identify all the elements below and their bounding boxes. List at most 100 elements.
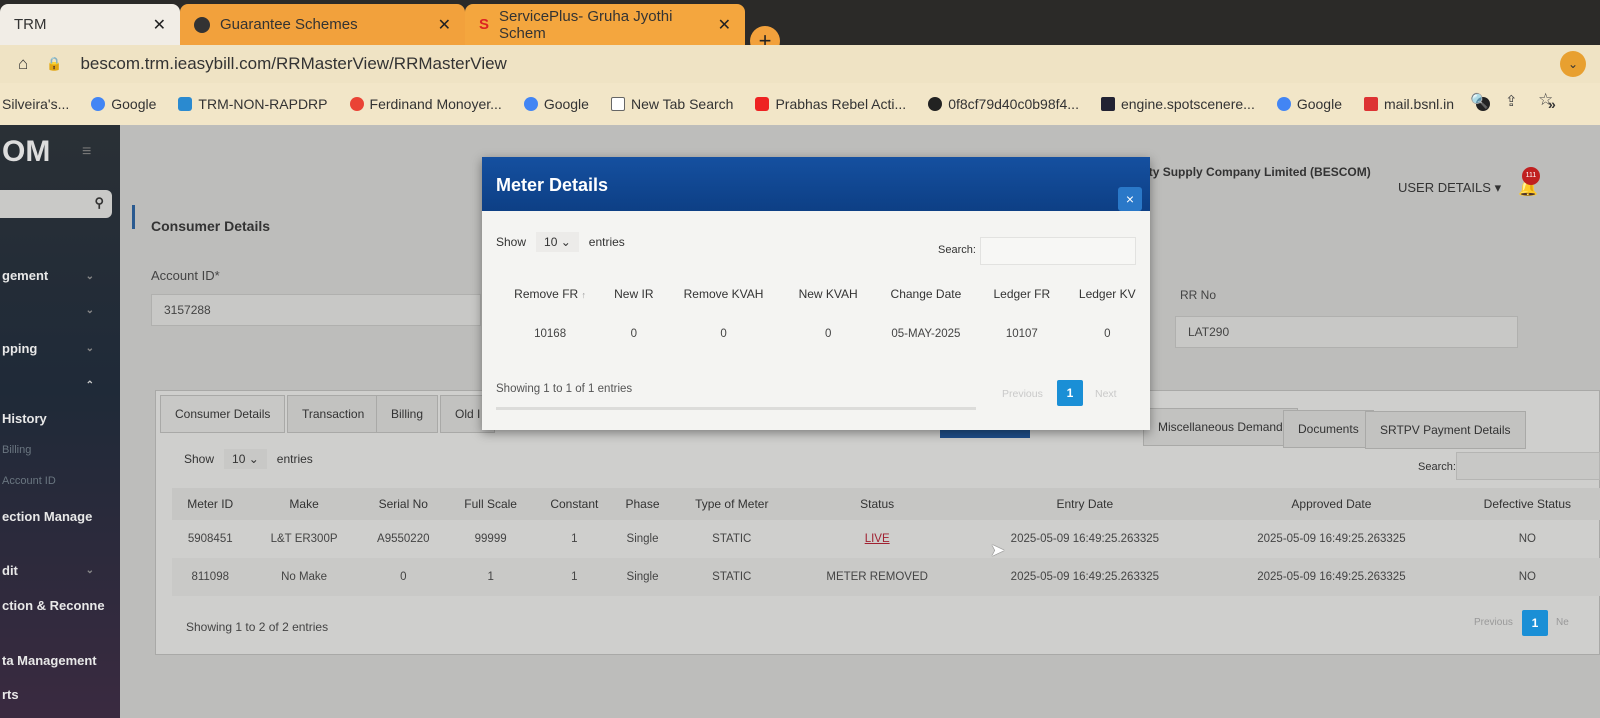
sidebar-item-history[interactable]: History <box>2 411 47 426</box>
sidebar-item[interactable]: gement <box>2 268 48 283</box>
bookmark-label: New Tab Search <box>630 96 734 112</box>
bookmark[interactable]: Prabhas Rebel Acti... <box>755 96 906 112</box>
close-button[interactable]: × <box>1118 187 1142 211</box>
tab-trm[interactable]: TRM ✕ <box>0 4 180 45</box>
sidebar-item[interactable]: ection Manage <box>2 509 92 524</box>
column-header[interactable]: Serial No <box>360 488 447 520</box>
user-details-menu[interactable]: USER DETAILS ▾ <box>1398 180 1501 196</box>
column-header[interactable]: Make <box>248 488 359 520</box>
cell: STATIC <box>712 571 752 583</box>
column-header[interactable]: New KVAH <box>784 275 873 313</box>
next-page-button[interactable]: Ne <box>1556 617 1569 628</box>
status-link[interactable]: LIVE <box>793 520 962 558</box>
globe-icon <box>928 97 943 111</box>
tab-serviceplus[interactable]: S ServicePlus- Gruha Jyothi Schem ✕ <box>465 4 745 45</box>
cell: Single <box>626 571 659 583</box>
cell: A9550220 <box>377 533 430 545</box>
tab-guarantee-schemes[interactable]: Guarantee Schemes ✕ <box>180 4 465 45</box>
bookmark[interactable]: TRM-NON-RAPDRP <box>178 96 328 112</box>
bookmark[interactable]: Silveira's... <box>2 96 69 112</box>
entries-select[interactable]: 10 ⌄ <box>224 449 267 469</box>
bookmark[interactable]: Google <box>1276 96 1342 112</box>
previous-page-button[interactable]: Previous <box>1002 388 1043 400</box>
zoom-icon[interactable]: 🔍 <box>1470 92 1489 110</box>
cell: 10107 <box>1005 328 1038 340</box>
tab-billing[interactable]: Billing <box>376 395 439 433</box>
bookmark[interactable]: Ferdinand Monoyer... <box>349 96 502 112</box>
tab-srtpv-payment-details[interactable]: SRTPV Payment Details <box>1365 411 1526 449</box>
sidebar-item[interactable]: dit <box>2 563 18 578</box>
cell: Single <box>626 533 659 545</box>
column-header[interactable]: New IR <box>604 275 663 313</box>
sidebar-search-input[interactable]: ⚲ <box>0 190 112 218</box>
google-icon <box>523 97 538 111</box>
column-header[interactable]: Full Scale <box>447 488 535 520</box>
url-input[interactable]: bescom.trm.ieasybill.com/RRMasterView/RR… <box>80 54 506 74</box>
rr-no-input[interactable]: LAT290 <box>1175 316 1518 348</box>
sidebar-item-billing[interactable]: Billing <box>2 444 31 456</box>
modal-search-input[interactable] <box>980 237 1136 265</box>
bookmark[interactable]: 0f8cf79d40c0b98f4... <box>928 96 1079 112</box>
previous-page-button[interactable]: Previous <box>1474 617 1513 628</box>
sidebar-item[interactable]: ta Management <box>2 653 97 668</box>
chevron-up-icon[interactable]: ⌃ <box>86 380 94 391</box>
page-1-button[interactable]: 1 <box>1057 380 1083 406</box>
sidebar-item[interactable]: rts <box>2 687 19 702</box>
account-id-input[interactable]: 3157288 <box>151 294 481 326</box>
bookmark[interactable]: New Tab Search <box>610 96 734 112</box>
bookmark[interactable]: Google <box>91 96 156 112</box>
sidebar-item-account-id[interactable]: Account ID <box>2 475 56 487</box>
home-icon[interactable]: ⌂ <box>18 54 28 74</box>
close-icon[interactable]: ✕ <box>153 15 166 35</box>
column-header[interactable]: Status <box>793 488 962 520</box>
chevron-down-icon: ▾ <box>1494 180 1502 195</box>
bookmark[interactable]: mail.bsnl.in <box>1364 96 1454 112</box>
column-header[interactable]: Approved Date <box>1208 488 1455 520</box>
column-header[interactable]: Constant <box>534 488 614 520</box>
tab-miscellaneous-demand[interactable]: Miscellaneous Demand <box>1143 408 1298 446</box>
horizontal-scrollbar[interactable] <box>496 407 976 410</box>
user-details-label: USER DETAILS <box>1398 180 1491 195</box>
ad-icon <box>1100 97 1115 111</box>
column-header[interactable]: Ledger FR <box>979 275 1064 313</box>
close-icon[interactable]: ✕ <box>718 15 731 35</box>
sidebar-item[interactable]: ction & Reconne <box>2 598 105 613</box>
table-row: 811098 No Make 0 1 1 Single STATIC METER REMOV… <box>172 558 1600 596</box>
tab-consumer-details[interactable]: Consumer Details <box>160 395 286 433</box>
entries-value: 10 <box>544 235 558 249</box>
entries-label: entries <box>276 452 313 466</box>
star-icon[interactable]: ☆ <box>1538 90 1553 110</box>
profile-menu-icon[interactable]: ⌄ <box>1560 51 1586 77</box>
modal-entries-select[interactable]: 10 ⌄ <box>536 232 579 252</box>
page-1-button[interactable]: 1 <box>1522 610 1548 636</box>
column-header[interactable]: Type of Meter <box>671 488 793 520</box>
column-header[interactable]: Remove KVAH <box>663 275 783 313</box>
bookmark[interactable]: Google <box>523 96 589 112</box>
close-icon[interactable]: ✕ <box>438 15 451 35</box>
tab-transaction[interactable]: Transaction <box>287 395 380 433</box>
modal-entries-control: Show 10 ⌄ entries <box>496 232 625 252</box>
bsnl-icon <box>1364 97 1378 111</box>
google-icon <box>91 97 106 111</box>
bookmark-label: TRM-NON-RAPDRP <box>198 96 328 112</box>
entries-label: entries <box>588 235 625 249</box>
share-icon[interactable]: ⇪ <box>1505 92 1518 110</box>
bookmark[interactable]: engine.spotscenere... <box>1100 96 1255 112</box>
column-header[interactable]: Defective Status <box>1455 488 1600 520</box>
tab-documents[interactable]: Documents <box>1283 410 1374 448</box>
search-input[interactable] <box>1456 452 1600 480</box>
column-header[interactable]: Entry Date <box>962 488 1209 520</box>
lock-icon[interactable]: 🔒 <box>46 56 62 72</box>
sidebar-item[interactable]: pping <box>2 341 37 356</box>
column-header[interactable]: Phase <box>614 488 671 520</box>
column-header[interactable]: Remove FR ↑ <box>496 275 604 313</box>
column-header[interactable]: Ledger KV <box>1065 275 1150 313</box>
next-page-button[interactable]: Next <box>1095 388 1117 400</box>
modal-table-info: Showing 1 to 1 of 1 entries <box>496 383 633 395</box>
cell: 2025-05-09 16:49:25.263325 <box>1010 571 1160 583</box>
hamburger-icon[interactable]: ≡ <box>82 143 91 161</box>
column-header[interactable]: Change Date <box>873 275 979 313</box>
tab-label: ServicePlus- Gruha Jyothi Schem <box>499 7 673 42</box>
column-header[interactable]: Meter ID <box>172 488 248 520</box>
google-icon <box>1276 97 1291 111</box>
